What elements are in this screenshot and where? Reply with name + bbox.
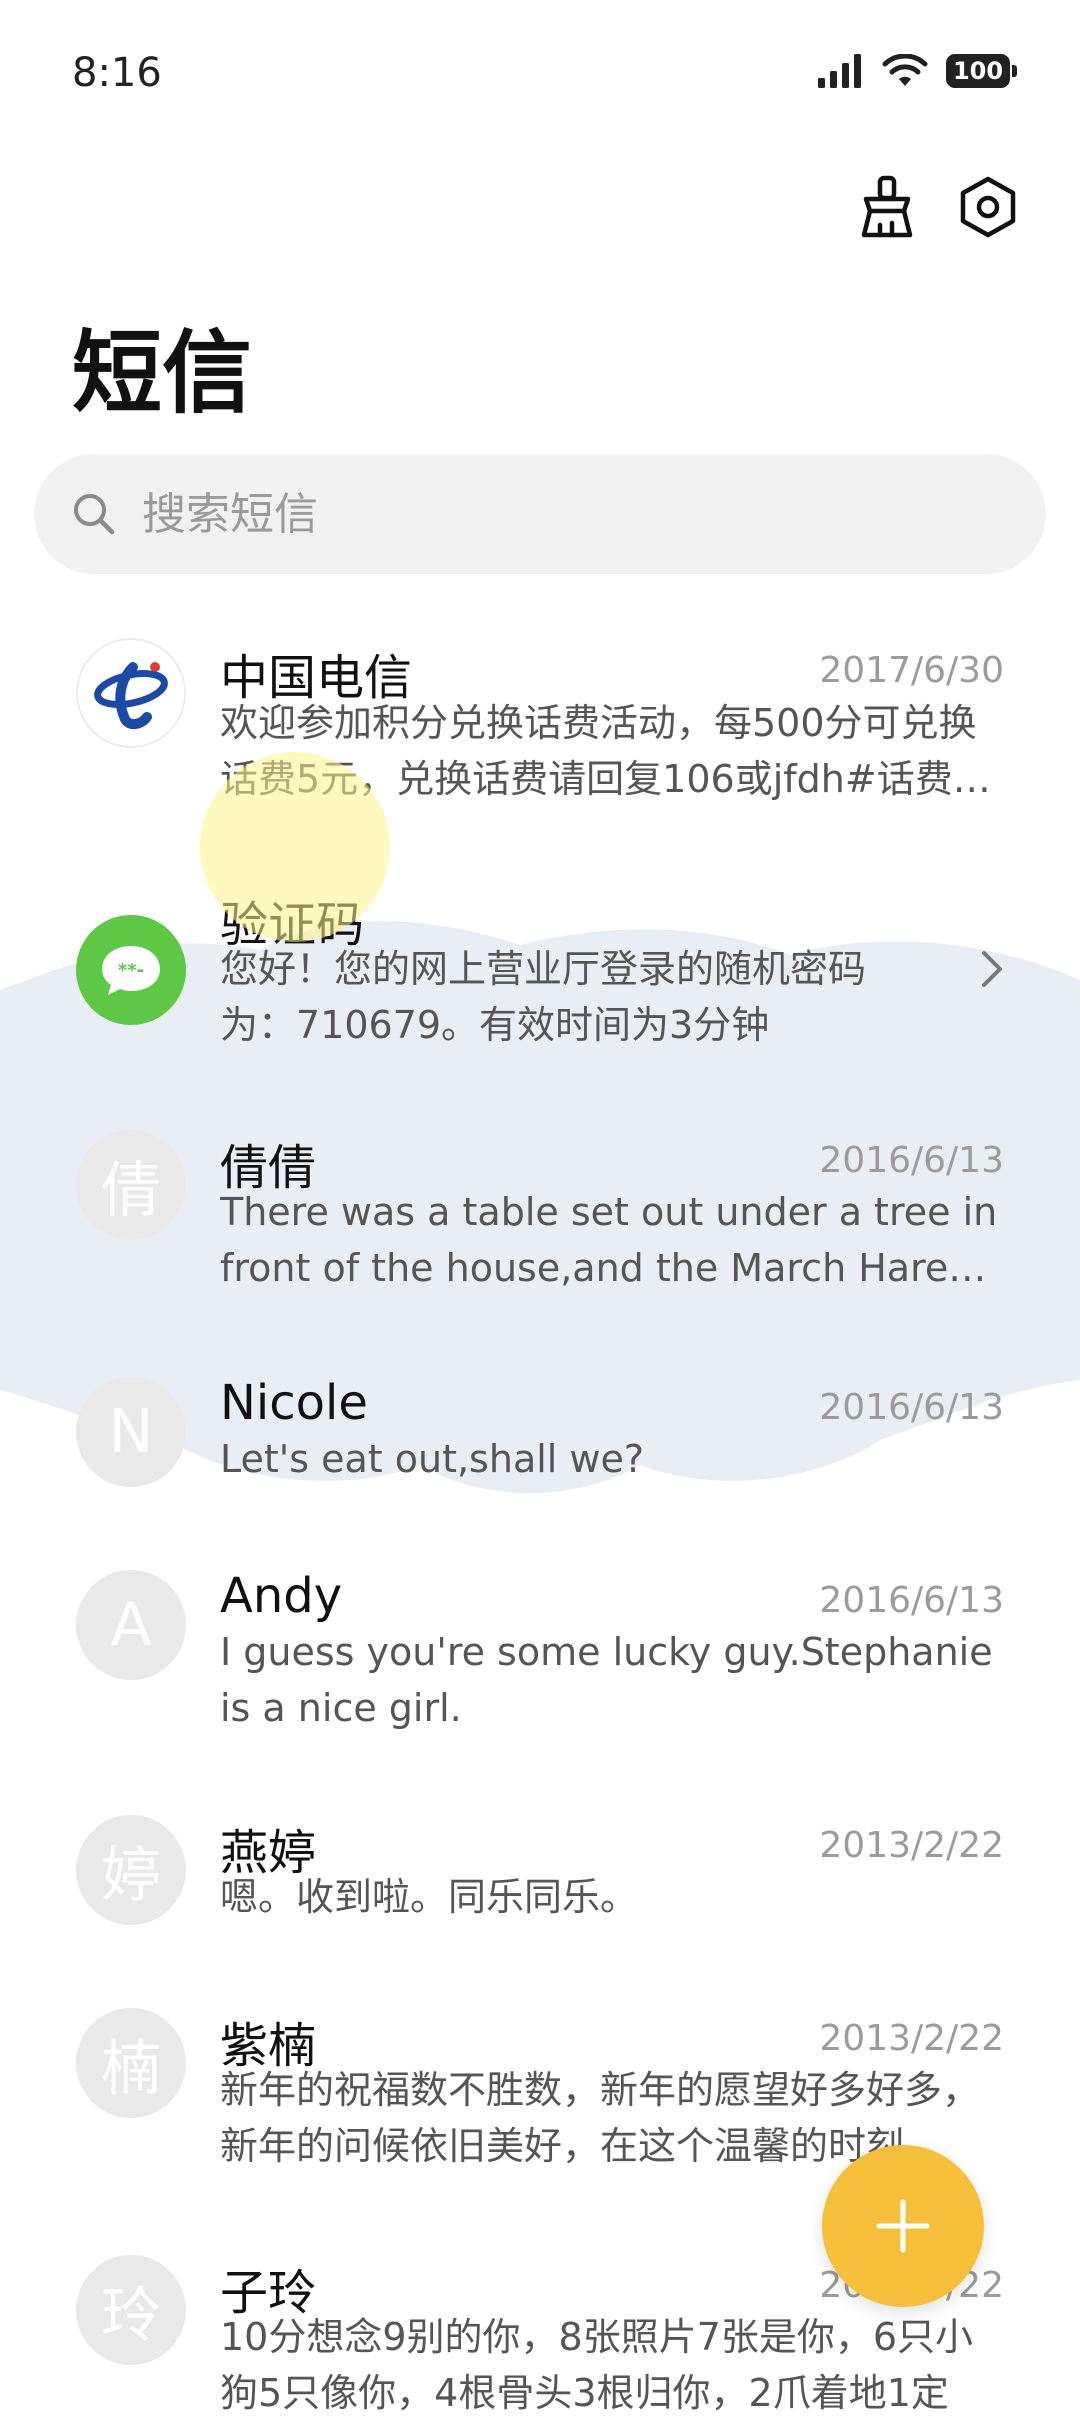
conversation-date: 2016/6/13 (819, 1387, 1004, 1428)
sms-bubble-icon: **- (102, 946, 160, 995)
conversation-date: 2013/2/22 (819, 2018, 1004, 2059)
brush-icon (861, 175, 913, 238)
search-icon (74, 494, 115, 535)
status-bar: 8:16 100 (0, 0, 1080, 150)
china-telecom-logo (76, 638, 186, 748)
sms-avatar: **- (76, 915, 186, 1025)
chevron-right-icon (982, 951, 1002, 987)
header-actions (854, 175, 1020, 239)
new-message-button[interactable] (822, 2145, 984, 2307)
avatar: 玲 (76, 2255, 186, 2365)
conversation-preview: I guess you're some lucky guy.Stephanie … (220, 1630, 993, 1730)
conversation-name: Andy (220, 1568, 343, 1624)
conversation-preview: 欢迎参加积分兑换话费活动，每500分可兑换话费5元，兑换话费请回复106或jfd… (220, 701, 991, 801)
status-time: 8:16 (72, 50, 162, 96)
status-icons: 100 (818, 54, 1017, 88)
settings-button[interactable] (956, 175, 1020, 239)
telecom-logo-icon (94, 662, 168, 729)
wifi-icon (882, 54, 928, 86)
conversation-preview: There was a table set out under a tree i… (220, 1190, 998, 1290)
search-input[interactable] (140, 487, 1004, 541)
cleanup-button[interactable] (854, 175, 918, 239)
avatar: 倩 (76, 1130, 186, 1240)
avatar: A (76, 1570, 186, 1680)
conversation-preview: 您好！您的网上营业厅登录的随机密码为：710679。有效时间为3分钟 (220, 947, 867, 1047)
conversation-date: 2017/6/30 (819, 650, 1004, 691)
conversation-preview: Let's eat out,shall we? (220, 1437, 645, 1481)
avatar: 婷 (76, 1815, 186, 1925)
avatar: 楠 (76, 2008, 186, 2118)
page-title: 短信 (72, 321, 252, 426)
conversation-date: 2016/6/13 (819, 1140, 1004, 1181)
signal-icon (818, 54, 861, 88)
search-bar[interactable] (34, 454, 1046, 574)
conversation-date: 2013/2/22 (819, 1825, 1004, 1866)
conversation-name: Nicole (220, 1375, 368, 1431)
battery-icon: 100 (946, 54, 1017, 88)
avatar: N (76, 1377, 186, 1487)
settings-icon (960, 176, 1016, 238)
conversation-preview: 10分想念9别的你，8张照片7张是你，6只小狗5只像你，4根骨头3根归你，2爪着… (220, 2315, 974, 2415)
conversation-preview: 嗯。收到啦。同乐同乐。 (220, 1875, 639, 1919)
sms-bubble-label: **- (118, 960, 144, 981)
conversation-date: 2016/6/13 (819, 1580, 1004, 1621)
plus-icon (876, 2199, 930, 2253)
